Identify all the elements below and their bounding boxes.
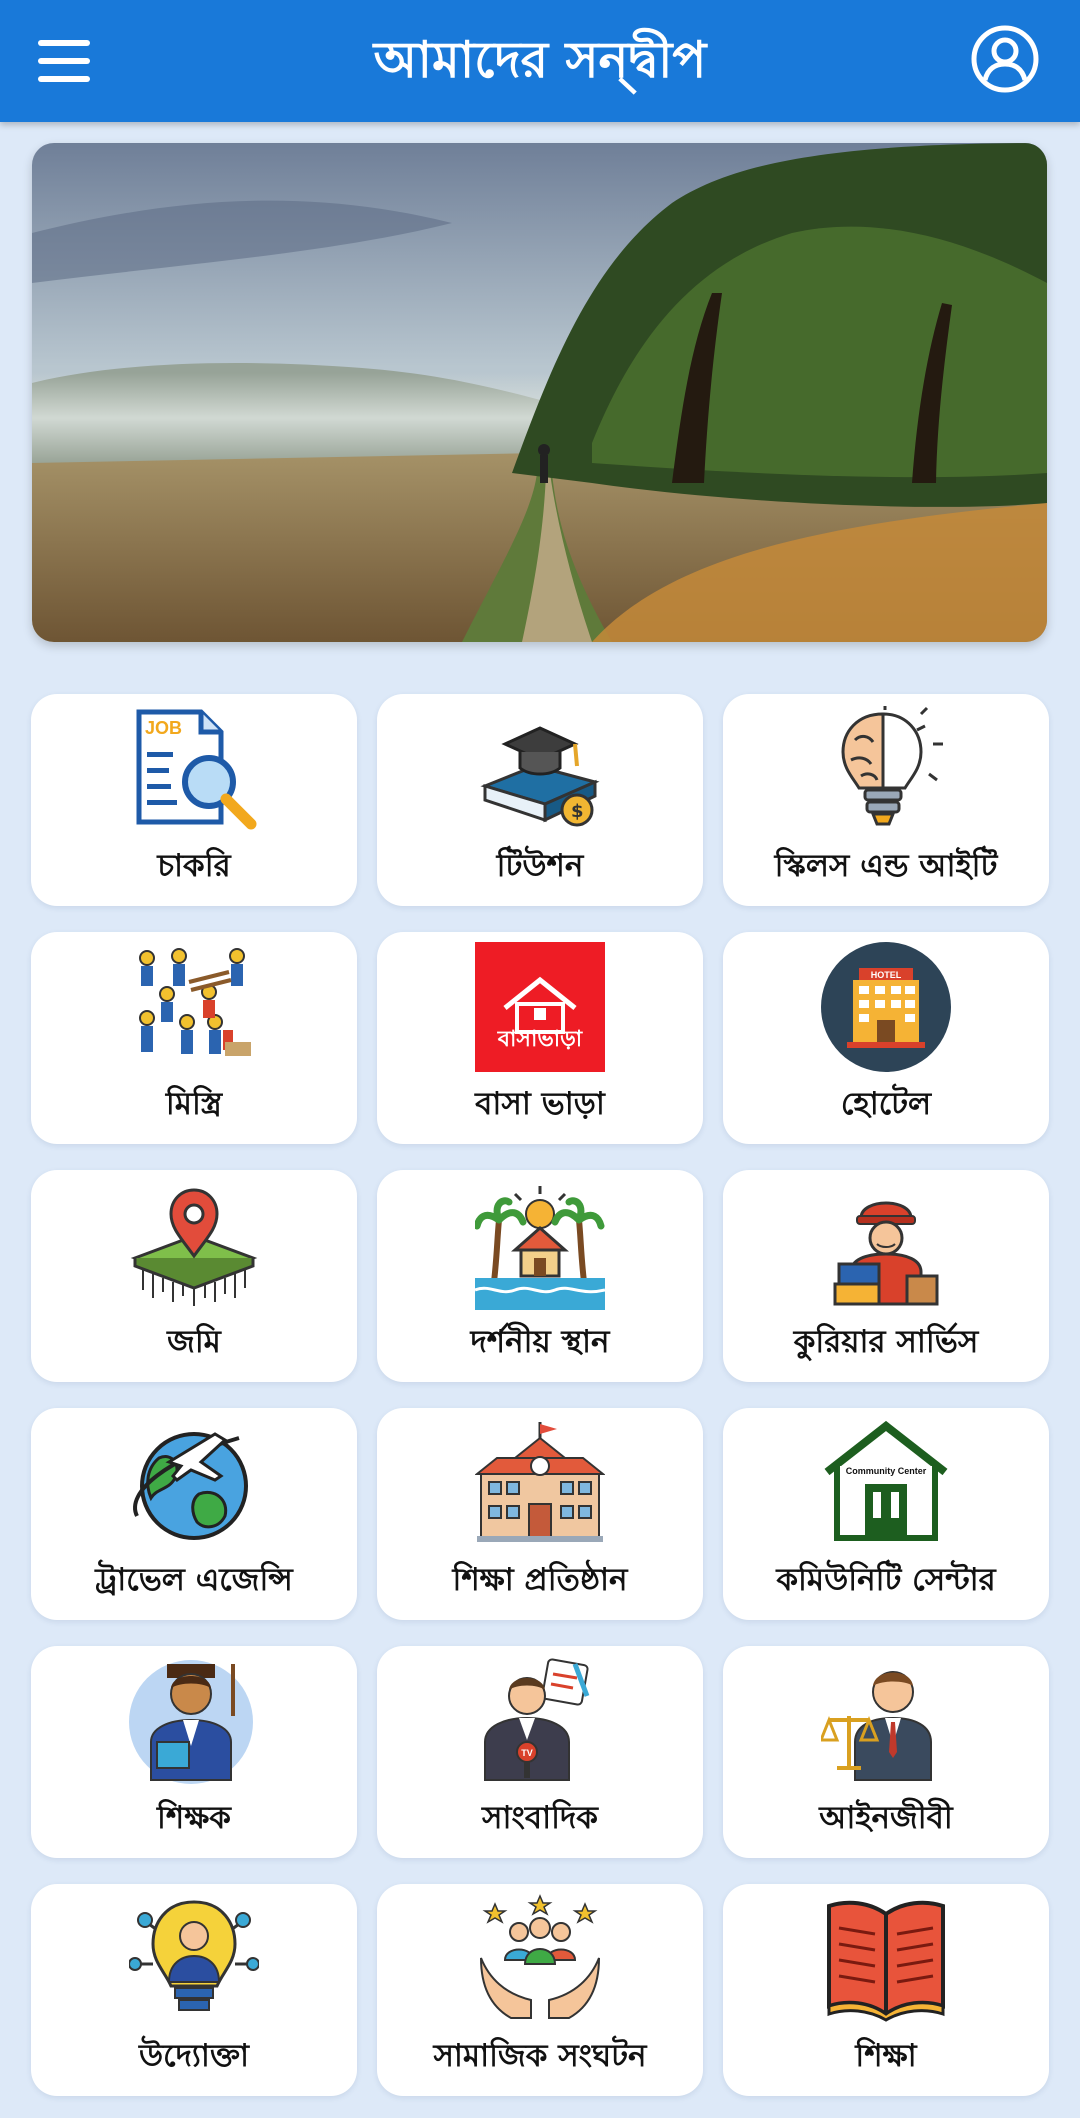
banner-image (32, 143, 1047, 642)
house-rent-icon-text: বাসাভাড়া (497, 1027, 584, 1052)
category-card-mistri[interactable]: মিস্ত্রি (31, 932, 357, 1144)
construction-workers-icon (129, 942, 259, 1072)
category-label: দর্শনীয় স্থান (470, 1324, 610, 1360)
teacher-icon (129, 1656, 259, 1786)
category-label: শিক্ষক (156, 1800, 231, 1836)
category-label: কুরিয়ার সার্ভিস (793, 1324, 979, 1360)
category-label: জমি (167, 1324, 221, 1360)
category-label: শিক্ষা (855, 2038, 917, 2074)
globe-airplane-icon (129, 1418, 259, 1548)
category-card-land[interactable]: জমি (31, 1170, 357, 1382)
category-grid: JOB চাকরি $ টিউশন স্কিলস এন্ড আইটি মিস্ত… (31, 694, 1049, 2096)
house-rent-icon: বাসাভাড়া (475, 942, 605, 1072)
category-card-travel-agency[interactable]: ট্রাভেল এজেন্সি (31, 1408, 357, 1620)
category-card-tuition[interactable]: $ টিউশন (377, 694, 703, 906)
category-label: বাসা ভাড়া (475, 1086, 605, 1122)
category-card-education[interactable]: শিক্ষা (723, 1884, 1049, 2096)
category-card-community-center[interactable]: Community Center কমিউনিটি সেন্টার (723, 1408, 1049, 1620)
category-card-journalist[interactable]: TV সাংবাদিক (377, 1646, 703, 1858)
school-building-icon (474, 1418, 606, 1548)
category-card-entrepreneur[interactable]: উদ্যোক্তা (31, 1884, 357, 2096)
category-label: উদ্যোক্তা (139, 2038, 249, 2074)
category-card-educational-institution[interactable]: শিক্ষা প্রতিষ্ঠান (377, 1408, 703, 1620)
hamburger-menu-icon[interactable] (36, 36, 92, 86)
category-label: চাকরি (157, 848, 231, 884)
job-icon-text: JOB (145, 718, 182, 738)
category-label: হোটেল (840, 1086, 932, 1122)
page-title: আমাদের সন্দ্বীপ (373, 31, 707, 89)
graduation-books-icon: $ (475, 704, 605, 834)
app-bar: আমাদের সন্দ্বীপ (0, 0, 1080, 122)
category-card-job[interactable]: JOB চাকরি (31, 694, 357, 906)
land-location-pin-icon (129, 1180, 259, 1310)
category-label: সামাজিক সংঘটন (433, 2038, 647, 2074)
user-profile-icon[interactable] (970, 24, 1040, 94)
category-label: ট্রাভেল এজেন্সি (95, 1562, 293, 1598)
open-book-icon (821, 1894, 951, 2024)
brain-bulb-icon (821, 704, 951, 834)
category-card-tourist-spot[interactable]: দর্শনীয় স্থান (377, 1170, 703, 1382)
category-card-house-rent[interactable]: বাসাভাড়া বাসা ভাড়া (377, 932, 703, 1144)
journalist-icon-text: TV (521, 1748, 533, 1758)
courier-delivery-icon (821, 1180, 951, 1310)
category-label: কমিউনিটি সেন্টার (776, 1562, 996, 1598)
category-card-courier[interactable]: কুরিয়ার সার্ভিস (723, 1170, 1049, 1382)
category-label: শিক্ষা প্রতিষ্ঠান (452, 1562, 628, 1598)
hotel-building-icon: HOTEL (821, 942, 951, 1072)
category-label: আইনজীবী (819, 1800, 953, 1836)
category-label: স্কিলস এন্ড আইটি (774, 848, 998, 884)
svg-text:$: $ (571, 801, 584, 822)
job-search-icon: JOB (129, 704, 259, 834)
category-label: মিস্ত্রি (165, 1086, 223, 1122)
community-center-icon-text: Community Center (846, 1466, 927, 1476)
social-organization-hands-icon (475, 1894, 605, 2024)
category-card-hotel[interactable]: HOTEL হোটেল (723, 932, 1049, 1144)
category-card-teacher[interactable]: শিক্ষক (31, 1646, 357, 1858)
category-card-skills-it[interactable]: স্কিলস এন্ড আইটি (723, 694, 1049, 906)
hotel-icon-text: HOTEL (871, 970, 902, 980)
lawyer-scales-icon (818, 1656, 951, 1786)
entrepreneur-bulb-icon (128, 1894, 260, 2024)
community-center-icon: Community Center (821, 1418, 951, 1548)
category-card-social-organization[interactable]: সামাজিক সংঘটন (377, 1884, 703, 2096)
category-label: সাংবাদিক (482, 1800, 598, 1836)
journalist-icon: TV (475, 1656, 605, 1786)
category-card-lawyer[interactable]: আইনজীবী (723, 1646, 1049, 1858)
beach-resort-icon (473, 1180, 606, 1310)
category-label: টিউশন (496, 848, 584, 884)
